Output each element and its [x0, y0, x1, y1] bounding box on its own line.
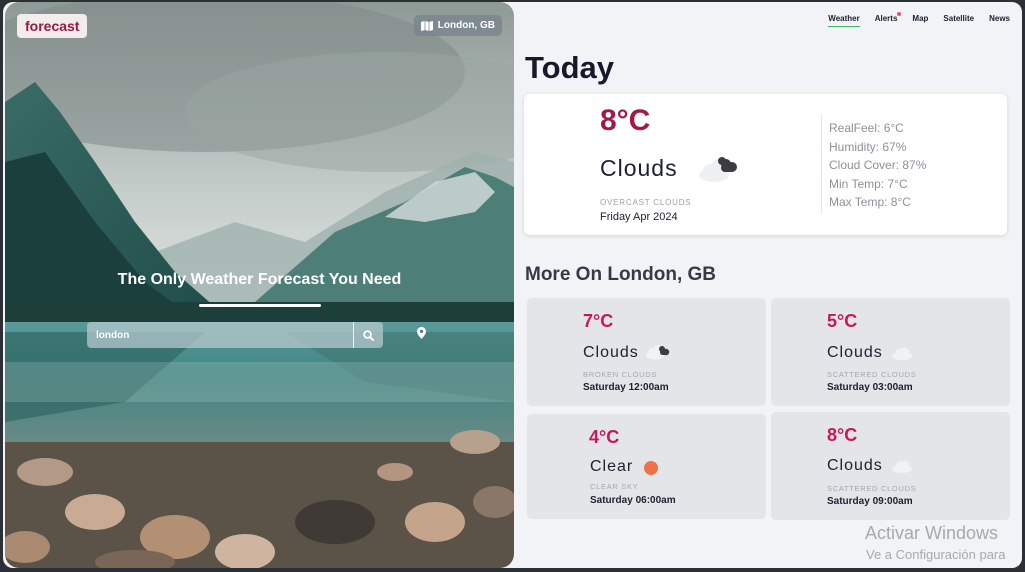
nav-map[interactable]: Map	[912, 14, 928, 27]
forecast-temp: 5°C	[827, 311, 858, 331]
hero-panel: forecast London, GB The Only Weather For…	[5, 2, 514, 568]
broken-clouds-icon	[646, 345, 670, 360]
brand-logo[interactable]: forecast	[17, 14, 88, 38]
hero-divider	[199, 304, 321, 307]
detail-min-temp: Min Temp: 7°C	[829, 176, 908, 191]
detail-realfeel: RealFeel: 6°C	[829, 121, 904, 135]
detail-humidity: Humidity: 67%	[829, 139, 907, 154]
card-divider	[821, 114, 822, 214]
scattered-clouds-icon	[892, 460, 912, 473]
today-description: OVERCAST CLOUDS	[600, 198, 692, 207]
nav-weather[interactable]: Weather	[828, 14, 860, 27]
windows-activation-subtext: Ve a Configuración para	[866, 547, 1006, 562]
today-condition: Clouds	[600, 155, 678, 181]
location-chip[interactable]: London, GB	[413, 15, 502, 36]
forecast-description: SCATTERED CLOUDS	[827, 484, 917, 493]
nav-alerts-label: Alerts	[874, 14, 898, 23]
search-bar	[87, 322, 383, 348]
scattered-clouds-icon	[892, 347, 912, 360]
forecast-condition: Clouds	[827, 457, 883, 474]
more-heading: More On London, GB	[525, 264, 717, 285]
forecast-temp: 8°C	[827, 425, 858, 445]
location-pin-icon[interactable]	[417, 327, 426, 339]
location-chip-label: London, GB	[437, 20, 495, 31]
detail-max-temp: Max Temp: 8°C	[829, 195, 911, 210]
forecast-card[interactable]: 7°C Clouds BROKEN CLOUDS Saturday 12:00a…	[527, 298, 766, 406]
forecast-time: Saturday 12:00am	[583, 382, 669, 393]
forecast-description: SCATTERED CLOUDS	[827, 370, 917, 379]
forecast-condition: Clouds	[583, 344, 639, 361]
forecast-time: Saturday 03:00am	[827, 382, 913, 393]
search-icon	[363, 329, 374, 341]
forecast-time: Saturday 06:00am	[590, 495, 676, 506]
top-nav: Weather Alerts Map Satellite News	[828, 12, 1010, 27]
forecast-card[interactable]: 4°C Clear CLEAR SKY Saturday 06:00am	[527, 414, 766, 519]
forecast-card[interactable]: 8°C Clouds SCATTERED CLOUDS Saturday 09:…	[771, 412, 1010, 520]
forecast-condition: Clear	[590, 458, 634, 475]
forecast-time: Saturday 09:00am	[827, 496, 913, 507]
sun-icon	[644, 461, 658, 475]
forecast-condition: Clouds	[827, 344, 883, 361]
hero-title: The Only Weather Forecast You Need	[117, 271, 402, 288]
nav-alerts[interactable]: Alerts	[874, 12, 902, 27]
today-date: Friday Apr 2024	[600, 211, 678, 223]
windows-activation-watermark: Activar Windows	[865, 523, 999, 543]
today-heading: Today	[525, 50, 614, 85]
forecast-description: CLEAR SKY	[590, 482, 639, 491]
clouds-icon	[699, 157, 737, 182]
forecast-description: BROKEN CLOUDS	[583, 370, 658, 379]
today-details: RealFeel: 6°C Humidity: 67% Cloud Cover:…	[829, 119, 926, 212]
forecast-card[interactable]: 5°C Clouds SCATTERED CLOUDS Saturday 03:…	[771, 298, 1010, 406]
forecast-temp: 4°C	[589, 427, 620, 447]
nav-satellite[interactable]: Satellite	[943, 14, 974, 27]
forecast-temp: 7°C	[583, 311, 614, 331]
today-card: 8°C Clouds OVERCAST CLOUDS Friday Apr 20…	[524, 94, 1007, 235]
search-input[interactable]	[87, 329, 347, 341]
today-temp: 8°C	[600, 104, 651, 137]
alert-dot-badge	[897, 12, 902, 16]
nav-news[interactable]: News	[989, 14, 1010, 27]
search-button[interactable]	[353, 322, 383, 348]
map-icon	[420, 20, 433, 31]
detail-cloud-cover: Cloud Cover: 87%	[829, 158, 927, 173]
